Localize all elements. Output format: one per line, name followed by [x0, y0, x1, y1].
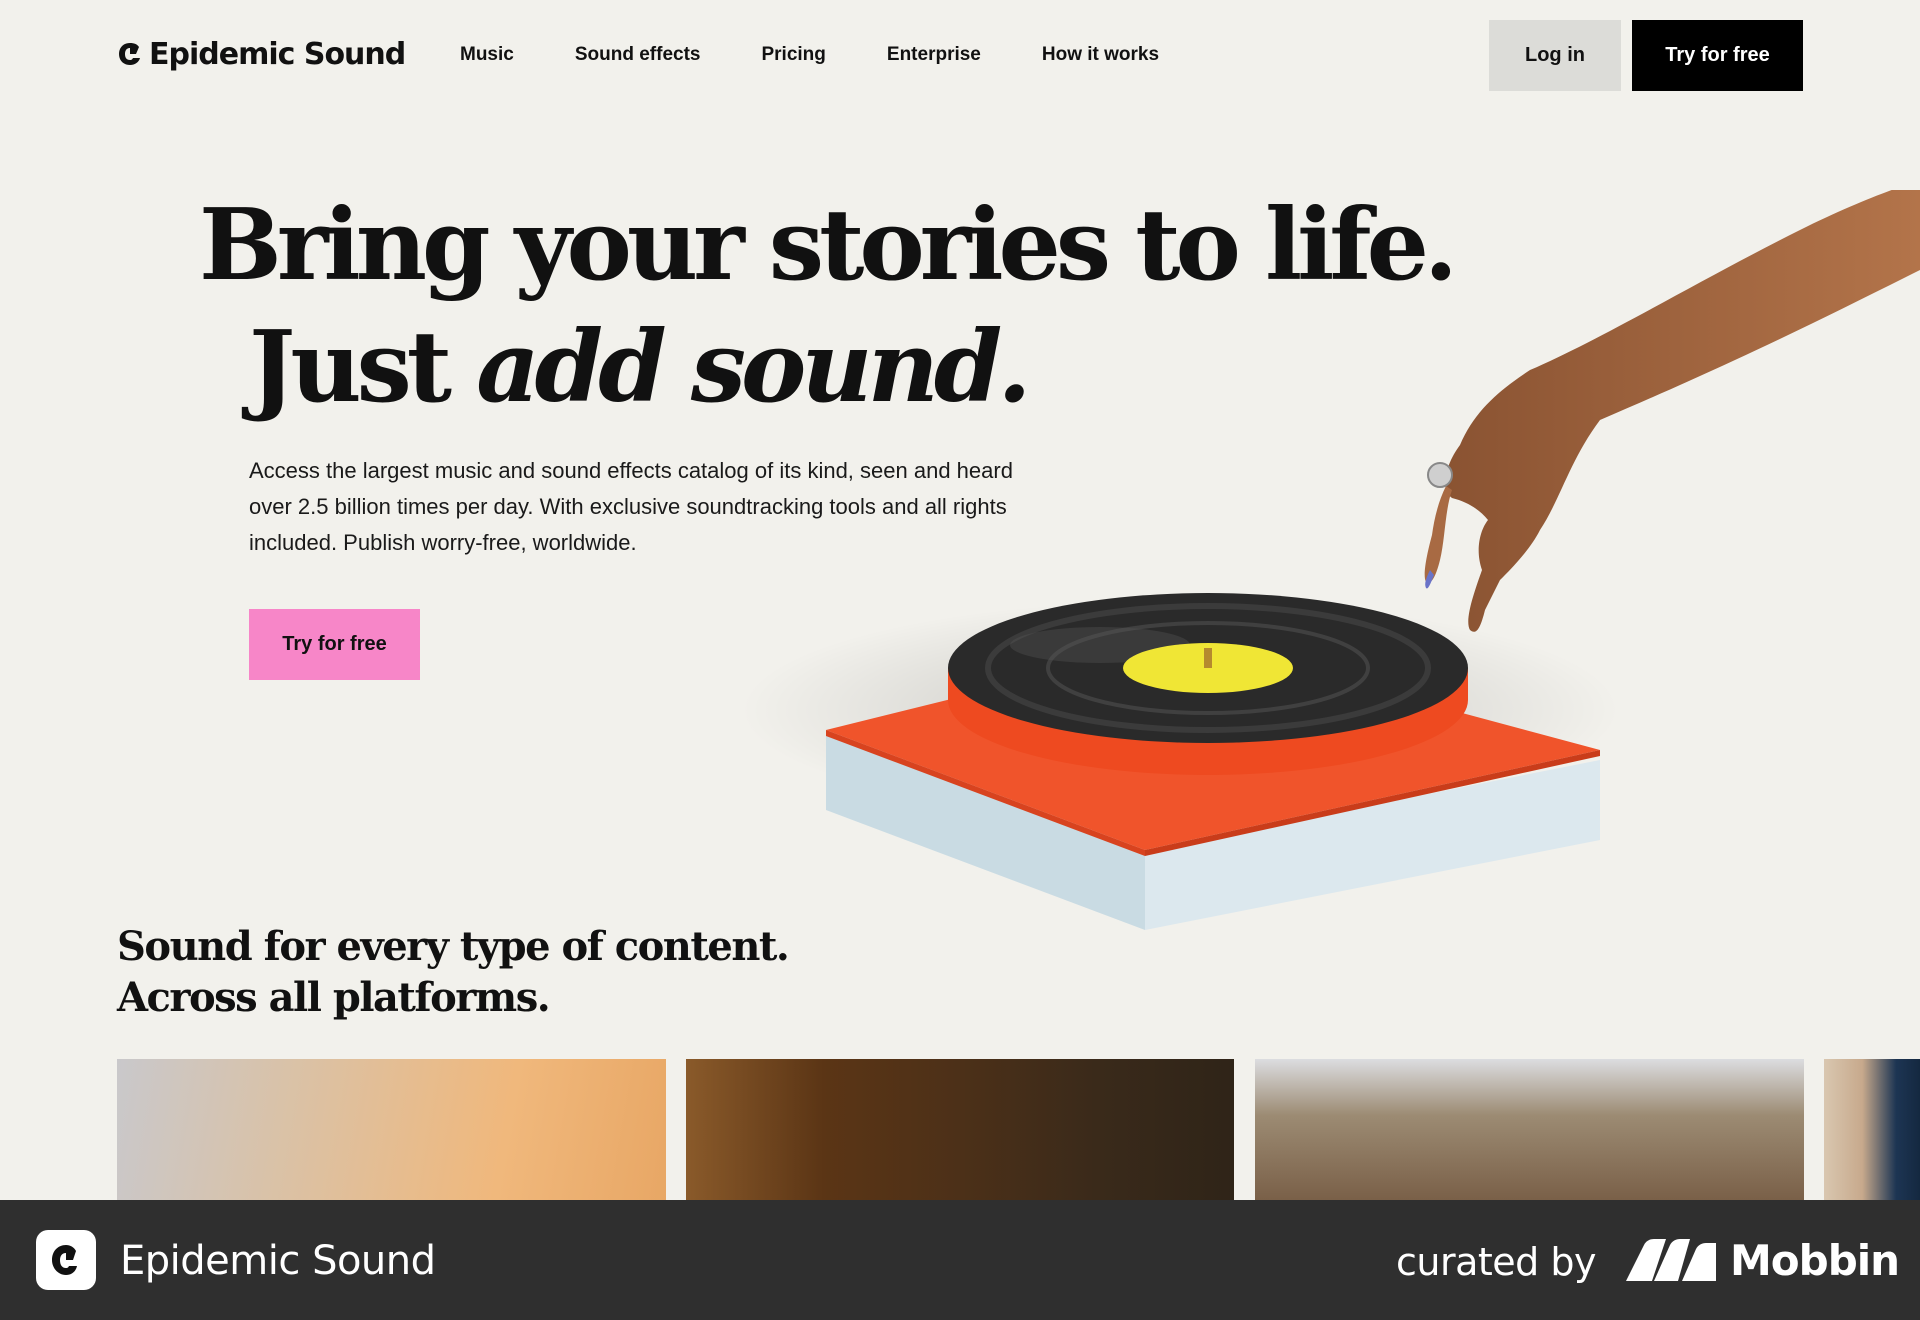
content-thumbnail-interior[interactable] — [686, 1059, 1234, 1200]
brand-name: Epidemic Sound — [149, 36, 406, 72]
main-nav: Music Sound effects Pricing Enterprise H… — [460, 44, 1220, 66]
content-thumbnail-landscape[interactable] — [1255, 1059, 1804, 1200]
footer-app-name: Epidemic Sound — [120, 1238, 436, 1284]
section-title-line1: Sound for every type of content. — [117, 923, 790, 970]
hero-headline-regular: Just — [249, 310, 477, 425]
nav-item-enterprise[interactable]: Enterprise — [887, 44, 981, 66]
hand-arm — [1445, 190, 1920, 632]
mobbin-footer: Epidemic Sound curated by Mobbin — [0, 1200, 1920, 1320]
section-title-line2: Across all platforms. — [117, 974, 551, 1021]
content-thumbnail-sky[interactable] — [117, 1059, 666, 1200]
site-header: Epidemic Sound Music Sound effects Prici… — [0, 0, 1920, 112]
mobbin-logo-icon — [1626, 1239, 1716, 1281]
app-icon — [36, 1230, 96, 1290]
login-button[interactable]: Log in — [1489, 20, 1621, 91]
try-for-free-header-button[interactable]: Try for free — [1632, 20, 1803, 91]
epidemic-sound-app-icon — [52, 1245, 77, 1275]
content-thumbnail-person[interactable] — [1824, 1059, 1920, 1200]
ring — [1427, 462, 1453, 488]
epidemic-sound-logo-icon — [119, 43, 140, 65]
nav-item-pricing[interactable]: Pricing — [761, 44, 825, 66]
nav-item-how-it-works[interactable]: How it works — [1042, 44, 1159, 66]
turntable-illustration — [740, 190, 1920, 930]
brand-logo[interactable]: Epidemic Sound — [117, 34, 406, 74]
spindle — [1204, 648, 1212, 668]
try-for-free-hero-button[interactable]: Try for free — [249, 609, 420, 680]
curated-by-label: curated by — [1396, 1240, 1596, 1284]
nav-item-sound-effects[interactable]: Sound effects — [575, 44, 701, 66]
mobbin-wordmark: Mobbin — [1730, 1236, 1900, 1285]
section-title: Sound for every type of content. Across … — [117, 921, 790, 1023]
pointing-finger — [1424, 486, 1452, 583]
nav-item-music[interactable]: Music — [460, 44, 514, 66]
